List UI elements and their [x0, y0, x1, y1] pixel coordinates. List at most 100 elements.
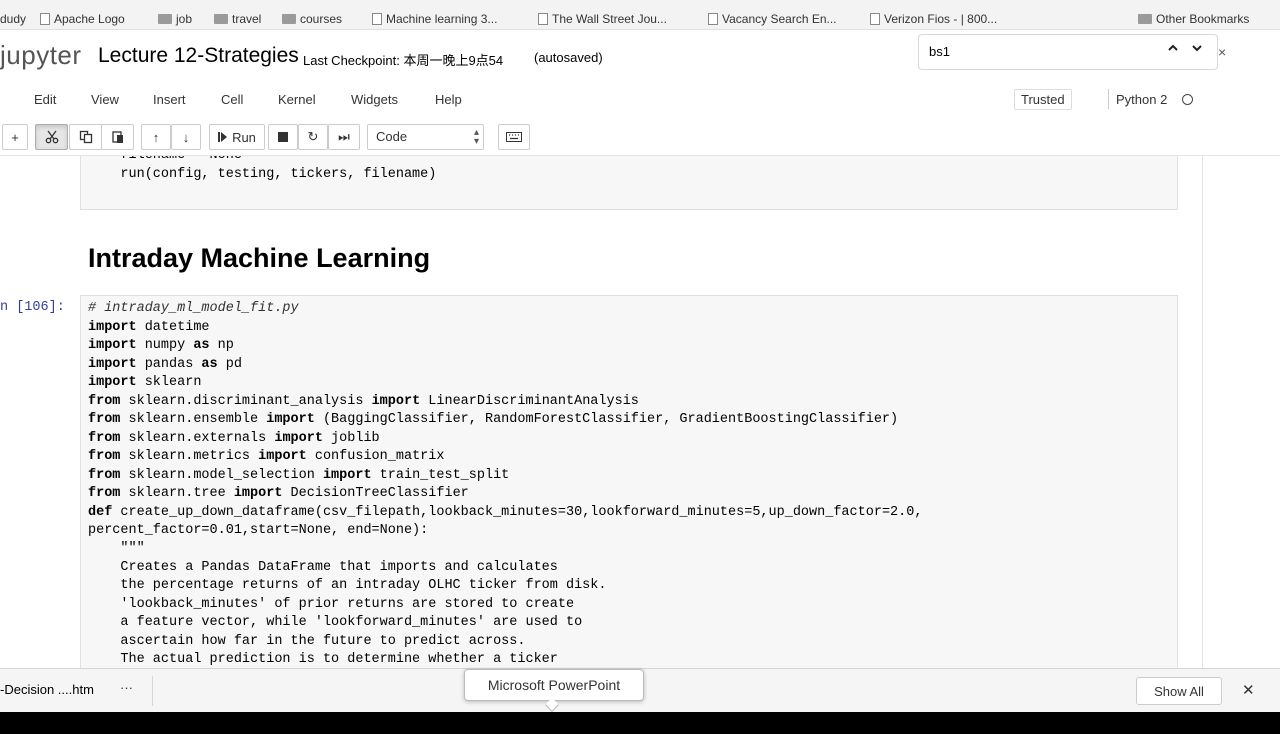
menu-widgets[interactable]: Widgets [351, 92, 398, 107]
page-icon [538, 13, 548, 25]
folder-icon [1138, 14, 1152, 24]
code-line: from sklearn.metrics import confusion_ma… [88, 449, 444, 464]
code-keyword: import [88, 320, 137, 335]
code-line: from sklearn.model_selection import trai… [88, 468, 509, 483]
kernel-name[interactable]: Python 2 [1116, 92, 1167, 107]
find-close-button[interactable]: × [1218, 44, 1226, 60]
step-forward-icon [218, 132, 228, 142]
code-keyword: from [88, 393, 121, 409]
find-next-button[interactable] [1187, 42, 1207, 57]
bookmark-item[interactable]: Machine learning 3... [372, 12, 497, 26]
code-text: confusion_matrix [306, 449, 445, 465]
folder-icon [214, 14, 228, 24]
cell-type-select[interactable]: Code ▴ ▾ [367, 124, 484, 150]
code-line: a feature vector, while 'lookforward_min… [88, 615, 582, 630]
menu-edit[interactable]: Edit [34, 92, 56, 107]
page-icon [870, 13, 880, 25]
code-line: from sklearn.ensemble import (BaggingCla… [88, 412, 898, 427]
code-text: DecisionTreeClassifier [282, 486, 469, 502]
cut-cell-button[interactable] [35, 124, 68, 150]
code-keyword: from [88, 449, 121, 465]
code-line: ascertain how far in the future to predi… [88, 634, 525, 649]
bookmarks-bar: dudy Apache Logo job travel courses Machine l… [0, 0, 1280, 30]
code-text: a feature vector, while 'lookforward_min… [88, 615, 583, 631]
chevron-down-icon [1192, 45, 1202, 52]
menu-kernel[interactable]: Kernel [278, 92, 316, 107]
code-cell-previous[interactable] [80, 156, 1178, 210]
screen-bottom-edge [0, 712, 1280, 734]
code-line: from sklearn.externals import joblib [88, 431, 380, 446]
trusted-indicator[interactable]: Trusted [1014, 89, 1072, 110]
notebook-title[interactable]: Lecture 12-Strategies [98, 44, 299, 68]
bookmark-item[interactable]: Apache Logo [40, 12, 125, 26]
move-down-button[interactable]: ↓ [171, 124, 201, 150]
code-text: create_up_down_dataframe(csv_filepath,lo… [112, 504, 923, 520]
command-palette-button[interactable] [498, 124, 530, 150]
code-line: import pandas as pd [88, 357, 242, 372]
find-bar [918, 34, 1218, 70]
code-text: """ [88, 541, 145, 557]
menu-insert[interactable]: Insert [153, 92, 186, 107]
bookmark-label: Vacancy Search En... [722, 12, 837, 26]
bookmark-item[interactable]: job [158, 12, 192, 26]
stop-icon [278, 132, 288, 142]
code-text: percent_factor=0.01,start=None, end=None… [88, 522, 429, 538]
menu-help[interactable]: Help [435, 92, 462, 107]
code-keyword: import [266, 412, 315, 428]
code-text: The actual prediction is to determine wh… [88, 652, 558, 668]
bookmark-item[interactable]: Verizon Fios - | 800... [870, 12, 997, 26]
move-up-button[interactable]: ↑ [141, 124, 171, 150]
code-comment: # intraday_ml_model_fit.py [88, 301, 299, 316]
code-keyword: import [233, 486, 283, 502]
bookmark-item[interactable]: Other Bookmarks [1138, 12, 1249, 26]
run-button[interactable]: Run [209, 124, 265, 150]
bookmark-item[interactable]: travel [214, 12, 261, 26]
show-all-button[interactable]: Show All [1136, 677, 1222, 705]
shelf-divider [152, 676, 153, 706]
paste-cell-button[interactable] [101, 124, 134, 150]
code-text: LinearDiscriminantAnalysis [420, 393, 639, 409]
code-keyword: import [371, 393, 421, 409]
bookmark-item[interactable]: courses [282, 12, 342, 26]
code-line: def create_up_down_dataframe(csv_filepat… [88, 505, 922, 520]
code-keyword: import [88, 375, 137, 391]
plus-icon: + [11, 129, 19, 145]
code-text: np [209, 338, 234, 354]
close-icon[interactable]: ✕ [1242, 681, 1255, 699]
fast-forward-icon: ⏭ [338, 129, 350, 144]
right-panel [1202, 156, 1274, 668]
bookmark-item[interactable]: dudy [0, 12, 26, 26]
code-text: numpy [136, 338, 194, 354]
bookmark-label: dudy [0, 12, 27, 26]
copy-cell-button[interactable] [69, 124, 102, 150]
code-line: """ [88, 541, 145, 557]
find-input[interactable] [929, 44, 1129, 59]
cell-type-value: Code [376, 129, 408, 144]
code-line: percent_factor=0.01,start=None, end=None… [88, 523, 428, 538]
restart-run-all-button[interactable]: ⏭ [328, 124, 360, 150]
code-line: Creates a Pandas DataFrame that imports … [88, 560, 558, 575]
interrupt-kernel-button[interactable] [268, 124, 298, 150]
code-text: joblib [322, 430, 380, 446]
folder-icon [158, 14, 172, 24]
restart-kernel-button[interactable]: ↻ [298, 124, 328, 150]
keyboard-icon [506, 132, 522, 142]
code-keyword: from [88, 467, 121, 483]
code-text: 'lookback_minutes' of prior returns are … [88, 596, 575, 612]
find-previous-button[interactable] [1163, 42, 1183, 57]
bookmark-item[interactable]: Vacancy Search En... [708, 12, 837, 26]
jupyter-logo[interactable]: jupyter [0, 40, 82, 71]
menu-view[interactable]: View [91, 92, 119, 107]
bookmark-item[interactable]: The Wall Street Jou... [538, 12, 667, 26]
kernel-idle-icon [1182, 94, 1193, 105]
code-keyword: from [88, 430, 121, 446]
page-icon [708, 13, 718, 25]
download-more-button[interactable]: ··· [120, 680, 133, 695]
insert-cell-button[interactable]: + [2, 124, 28, 150]
code-line: the percentage returns of an intraday OL… [88, 578, 606, 593]
code-text: (BaggingClassifier, RandomForestClassifi… [314, 412, 899, 428]
menu-cell[interactable]: Cell [221, 92, 243, 107]
download-file-name[interactable]: -Decision ....htm [0, 682, 94, 697]
refresh-icon: ↻ [307, 129, 319, 144]
code-line: The actual prediction is to determine wh… [88, 652, 558, 667]
